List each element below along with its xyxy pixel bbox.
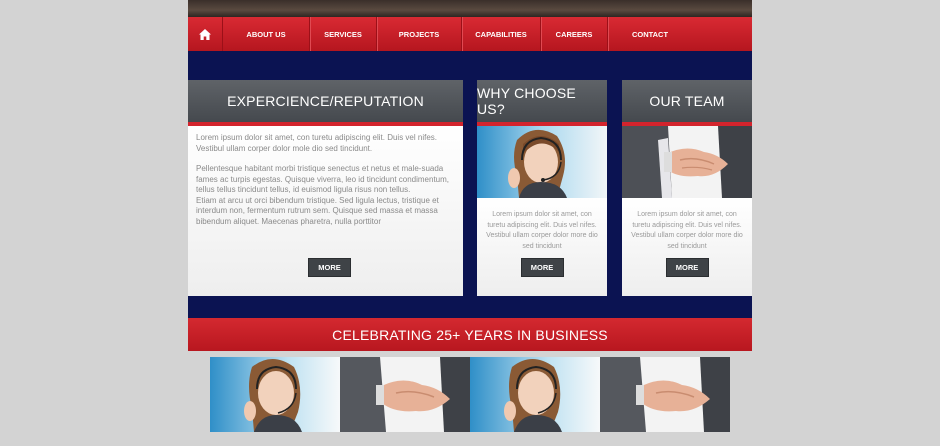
why-choose-title: WHY CHOOSE US?: [477, 80, 607, 126]
our-team-text: Lorem ipsum dolor sit amet, con turetu a…: [631, 211, 743, 250]
celebration-banner: CELEBRATING 25+ YEARS IN BUSINESS: [188, 318, 752, 351]
experience-panel: EXPERCIENCE/REPUTATION Lorem ipsum dolor…: [188, 80, 463, 296]
gallery-photo-handshake[interactable]: [600, 357, 730, 432]
our-team-title: OUR TEAM: [622, 80, 752, 126]
why-choose-panel: WHY CHOOSE US? Lorem ipsum dolor sit ame…: [477, 80, 607, 296]
nav-services[interactable]: SERVICES: [310, 17, 377, 51]
experience-para-3: Etiam at arcu ut orci bibendum tristique…: [196, 195, 439, 226]
experience-para-2: Pellentesque habitant morbi tristique se…: [196, 164, 450, 194]
why-choose-more-button[interactable]: MORE: [520, 258, 564, 277]
main-nav: ABOUT US SERVICES PROJECTS CAPABILITIES …: [188, 17, 752, 51]
nav-about-us[interactable]: ABOUT US: [223, 17, 310, 51]
gallery-photo-operator[interactable]: [210, 357, 340, 432]
call-center-photo: [477, 126, 607, 198]
header-image-strip: [188, 0, 752, 17]
handshake-photo: [622, 126, 752, 198]
why-choose-text: Lorem ipsum dolor sit amet, con turetu a…: [486, 211, 598, 250]
nav-careers[interactable]: CAREERS: [541, 17, 608, 51]
nav-projects[interactable]: PROJECTS: [377, 17, 462, 51]
nav-capabilities[interactable]: CAPABILITIES: [462, 17, 541, 51]
experience-body: Lorem ipsum dolor sit amet, con turetu a…: [188, 126, 463, 296]
gallery-photo-operator[interactable]: [470, 357, 600, 432]
gallery-photo-handshake[interactable]: [340, 357, 470, 432]
home-icon: [199, 28, 211, 40]
nav-home[interactable]: [188, 17, 223, 51]
experience-para-1: Lorem ipsum dolor sit amet, con turetu a…: [196, 133, 437, 153]
nav-contact[interactable]: CONTACT: [608, 17, 692, 51]
our-team-panel: OUR TEAM Lorem ipsum dolor sit amet, con…: [622, 80, 752, 296]
photo-gallery: [210, 357, 730, 432]
experience-title: EXPERCIENCE/REPUTATION: [188, 80, 463, 126]
experience-more-button[interactable]: MORE: [308, 258, 351, 277]
our-team-more-button[interactable]: MORE: [665, 258, 709, 277]
